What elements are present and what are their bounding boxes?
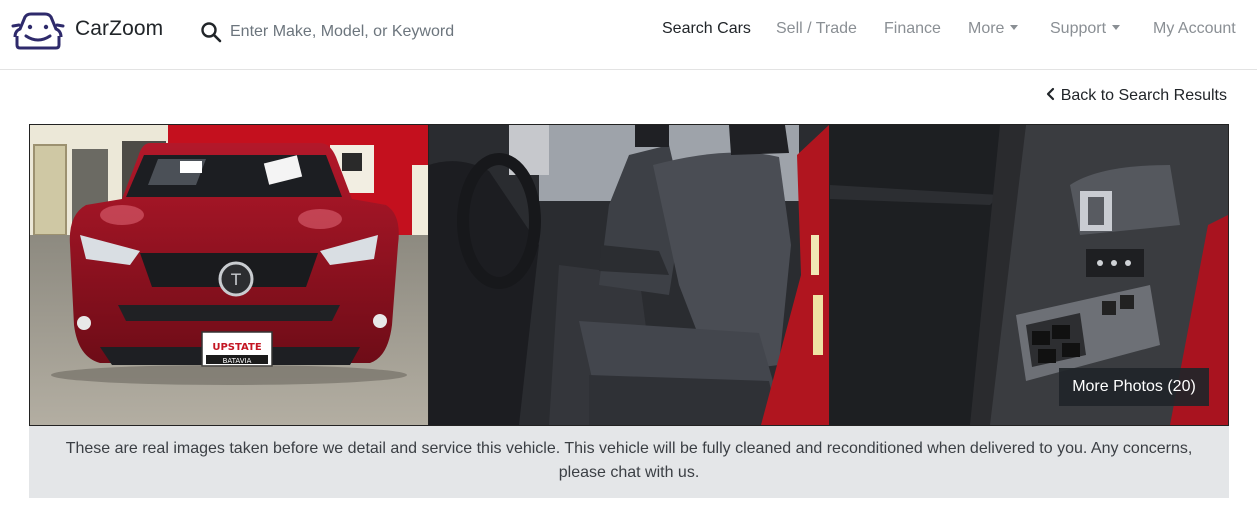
brand-name[interactable]: CarZoom [75,17,163,41]
back-to-search-link[interactable]: Back to Search Results [1045,87,1227,105]
chevron-left-icon [1046,87,1054,101]
photo-gallery: T UPSTATE BATAVIA [29,124,1229,426]
nav-more[interactable]: More [968,20,1019,38]
more-photos-button[interactable]: More Photos (20) [1059,368,1209,406]
photo-disclaimer: These are real images taken before we de… [29,426,1229,498]
nav-finance[interactable]: Finance [884,20,941,38]
nav-my-account[interactable]: My Account [1153,20,1236,38]
svg-text:T: T [230,270,241,289]
carzoom-logo-icon[interactable] [11,12,65,52]
car-front-photo[interactable]: T UPSTATE BATAVIA [30,125,428,425]
plate-subtext: BATAVIA [223,357,252,365]
search-icon [201,22,222,43]
nav-support-label: Support [1050,20,1107,37]
back-link-label: Back to Search Results [1060,87,1227,104]
search-input[interactable] [230,17,560,47]
nav-more-label: More [968,20,1005,37]
chevron-down-icon [1010,24,1019,30]
chevron-down-icon [1112,24,1121,30]
site-header: CarZoom Search Cars Sell / Trade Finance… [0,0,1257,70]
nav-search-cars[interactable]: Search Cars [662,20,751,38]
nav-sell-trade[interactable]: Sell / Trade [776,20,857,38]
plate-text: UPSTATE [212,342,261,353]
nav-support[interactable]: Support [1050,20,1121,38]
interior-seat-photo[interactable] [429,125,829,425]
